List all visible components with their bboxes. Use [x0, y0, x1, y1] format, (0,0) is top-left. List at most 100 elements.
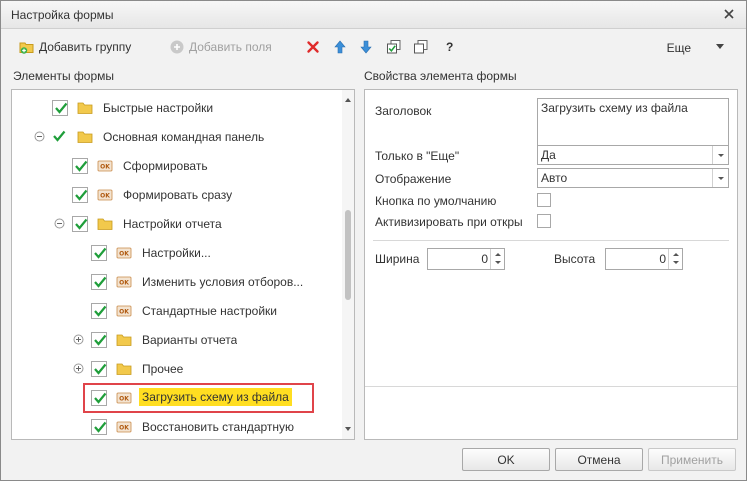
check-all-icon[interactable]	[386, 39, 402, 55]
ok-button-icon: OK	[97, 160, 113, 172]
checkmark-icon	[94, 421, 107, 433]
heading-field[interactable]: Загрузить схему из файла	[537, 98, 729, 146]
checkmark-icon	[55, 102, 68, 114]
tree-item[interactable]: Варианты отчета	[12, 327, 342, 353]
tree-item[interactable]: OK Формировать сразу	[12, 182, 342, 208]
element-properties-title: Свойства элемента формы	[364, 69, 517, 83]
item-checkbox[interactable]	[72, 158, 88, 174]
expand-plus-icon[interactable]	[73, 334, 84, 345]
ok-button-icon: OK	[116, 247, 132, 259]
tree-item-label: Варианты отчета	[142, 333, 238, 347]
apply-button[interactable]: Применить	[648, 448, 736, 471]
properties-panel: Заголовок Загрузить схему из файла Тольк…	[364, 89, 738, 440]
folder-icon	[77, 131, 93, 143]
height-spinner[interactable]: 0	[605, 248, 683, 270]
add-folder-icon	[19, 42, 34, 54]
divider	[373, 240, 729, 241]
item-checkbox[interactable]	[52, 100, 68, 116]
tree-item-label: Формировать сразу	[123, 188, 233, 202]
svg-text:OK: OK	[100, 193, 110, 200]
display-value: Авто	[541, 171, 568, 185]
checkmark-icon	[75, 189, 88, 201]
default-button-checkbox[interactable]	[537, 193, 551, 207]
tree-item-label: Изменить условия отборов...	[142, 275, 304, 289]
collapse-minus-icon[interactable]	[34, 131, 45, 142]
checkmark-icon	[94, 334, 107, 346]
item-checkbox[interactable]	[52, 129, 68, 145]
form-elements-title: Элементы формы	[13, 69, 115, 83]
only-more-label: Только в "Еще"	[375, 149, 460, 163]
add-fields-button[interactable]: Добавить поля	[169, 37, 272, 57]
tree-item[interactable]: OK Настройки...	[12, 240, 342, 266]
height-value: 0	[659, 252, 666, 266]
title-bar: Настройка формы	[1, 1, 746, 29]
add-fields-label: Добавить поля	[189, 40, 272, 54]
item-checkbox[interactable]	[91, 245, 107, 261]
tree-item-label: Сформировать	[123, 159, 208, 173]
form-elements-tree[interactable]: Быстрые настройки Основная командная пане…	[11, 89, 355, 440]
item-checkbox[interactable]	[72, 187, 88, 203]
only-more-select[interactable]: Да	[537, 145, 729, 165]
chevron-down-icon[interactable]	[712, 169, 728, 187]
svg-text:OK: OK	[119, 309, 129, 316]
selection-highlight-frame	[83, 383, 314, 413]
checkmark-icon	[53, 130, 66, 142]
checkmark-icon	[75, 218, 88, 230]
add-group-button[interactable]: Добавить группу	[19, 37, 131, 57]
tree-item-label: Стандартные настройки	[142, 304, 277, 318]
add-group-label: Добавить группу	[39, 40, 132, 54]
scroll-up-arrow-icon[interactable]	[345, 98, 351, 102]
ok-button[interactable]: OK	[462, 448, 550, 471]
scroll-thumb[interactable]	[345, 210, 351, 300]
tree-item[interactable]: Быстрые настройки	[12, 95, 342, 121]
spin-arrows-icon[interactable]	[668, 249, 682, 269]
item-checkbox[interactable]	[91, 303, 107, 319]
tree-item[interactable]: Настройки отчета	[12, 211, 342, 237]
display-select[interactable]: Авто	[537, 168, 729, 188]
width-label: Ширина	[375, 252, 420, 266]
item-checkbox[interactable]	[91, 361, 107, 377]
spin-arrows-icon[interactable]	[490, 249, 504, 269]
width-spinner[interactable]: 0	[427, 248, 505, 270]
chevron-down-icon[interactable]	[716, 44, 724, 50]
svg-text:OK: OK	[119, 425, 129, 432]
item-checkbox[interactable]	[91, 332, 107, 348]
tree-item[interactable]: Основная командная панель	[12, 124, 342, 150]
tree-item[interactable]: OK Изменить условия отборов...	[12, 269, 342, 295]
move-down-icon[interactable]	[358, 39, 374, 55]
close-icon[interactable]	[720, 5, 738, 23]
tree-item[interactable]: OK Восстановить стандартную	[12, 414, 342, 439]
expand-plus-icon[interactable]	[73, 363, 84, 374]
delete-icon[interactable]	[305, 39, 321, 55]
tree-scrollbar[interactable]	[342, 90, 354, 439]
chevron-down-icon[interactable]	[712, 146, 728, 164]
item-checkbox[interactable]	[91, 419, 107, 435]
move-up-icon[interactable]	[332, 39, 348, 55]
cancel-button[interactable]: Отмена	[555, 448, 643, 471]
tree-item-label: Восстановить стандартную	[142, 420, 295, 434]
checkmark-icon	[75, 160, 88, 172]
scroll-down-arrow-icon[interactable]	[345, 427, 351, 431]
tree-item[interactable]: OK Стандартные настройки	[12, 298, 342, 324]
item-checkbox[interactable]	[72, 216, 88, 232]
activate-checkbox[interactable]	[537, 214, 551, 228]
checkmark-icon	[94, 305, 107, 317]
tree-item-label: Быстрые настройки	[103, 101, 214, 115]
folder-icon	[116, 334, 132, 346]
svg-text:OK: OK	[100, 164, 110, 171]
only-more-value: Да	[541, 148, 556, 162]
tree-item-label: Настройки отчета	[123, 217, 222, 231]
svg-text:OK: OK	[119, 251, 129, 258]
more-menu-button[interactable]: Еще	[667, 41, 691, 55]
uncheck-all-icon[interactable]	[413, 39, 429, 55]
help-button[interactable]: ?	[446, 37, 453, 57]
divider	[365, 386, 737, 387]
ok-button-icon: OK	[97, 189, 113, 201]
collapse-minus-icon[interactable]	[54, 218, 65, 229]
item-checkbox[interactable]	[91, 274, 107, 290]
checkmark-icon	[94, 276, 107, 288]
width-value: 0	[481, 252, 488, 266]
height-label: Высота	[554, 252, 596, 266]
tree-item[interactable]: OK Сформировать	[12, 153, 342, 179]
tree-item[interactable]: Прочее	[12, 356, 342, 382]
